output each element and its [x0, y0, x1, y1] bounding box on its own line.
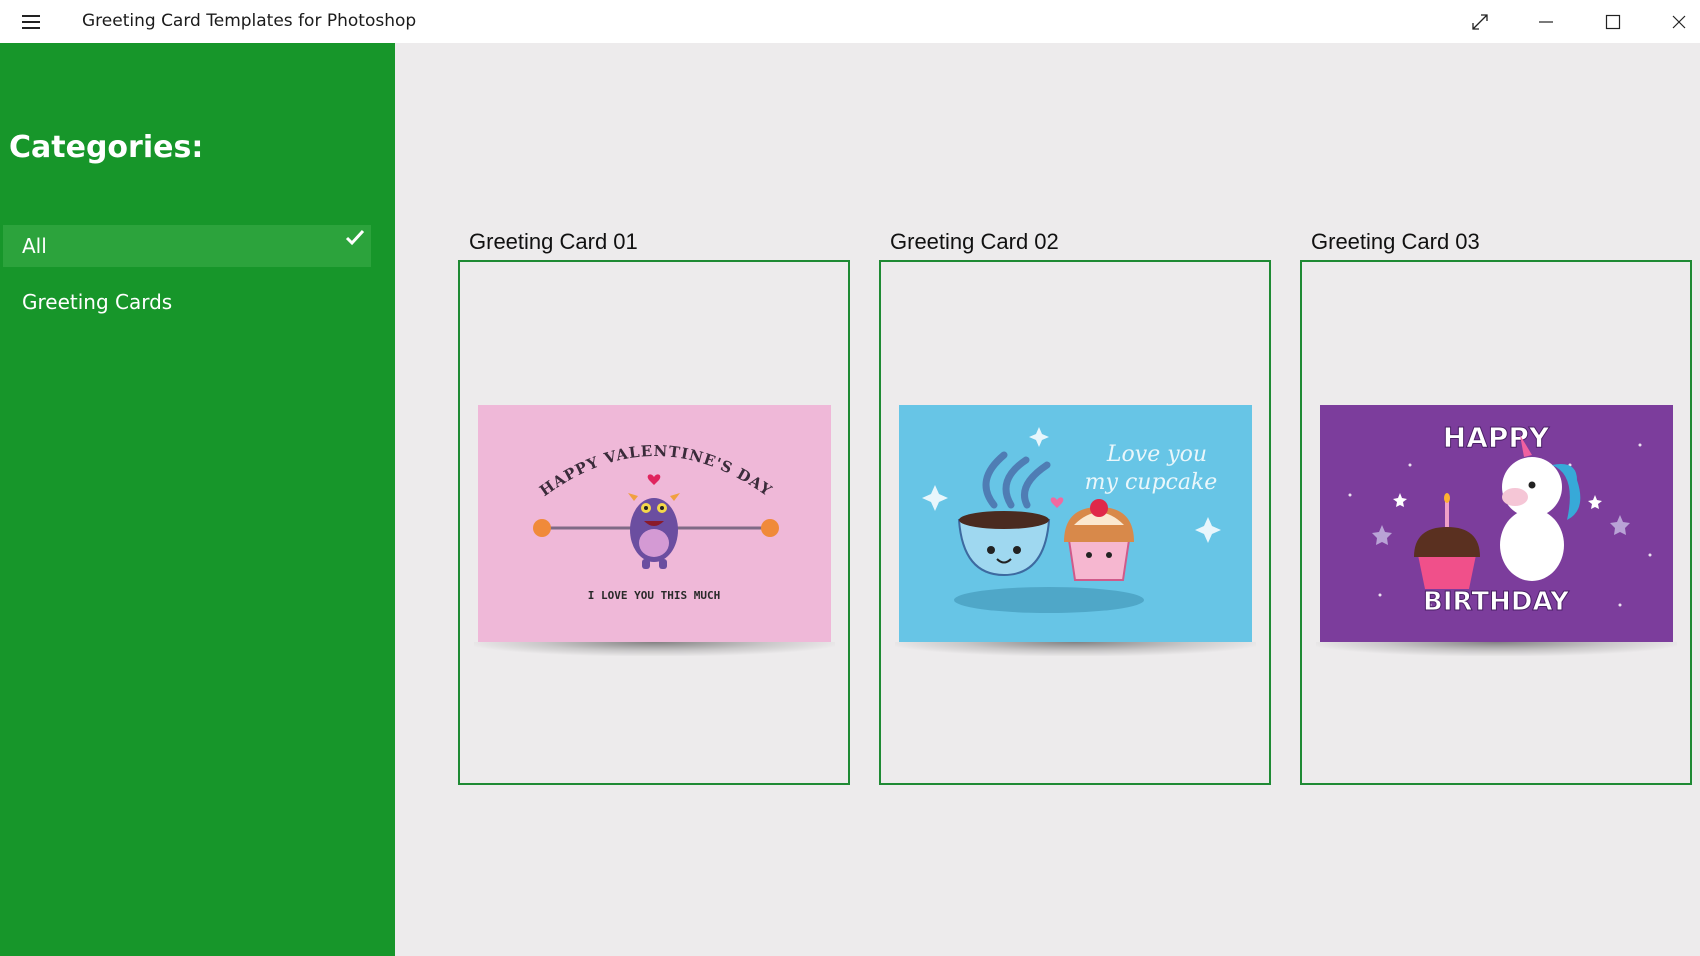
- hamburger-menu-button[interactable]: [17, 10, 45, 32]
- unicorn-icon: [1500, 509, 1564, 581]
- title-bar: Greeting Card Templates for Photoshop: [0, 0, 1700, 43]
- minimize-button[interactable]: [1516, 0, 1576, 43]
- card-thumbnail: Love you my cupcake: [899, 405, 1252, 642]
- greeting-card-03-tile[interactable]: HAPPY BIRTHDAY: [1300, 260, 1692, 785]
- card-thumbnail: HAPPY BIRTHDAY: [1320, 405, 1673, 642]
- close-icon: [1672, 15, 1686, 28]
- card-art-line1: Love you: [1106, 442, 1207, 467]
- categories-sidebar: Categories: All Greeting Cards: [0, 43, 395, 956]
- hamburger-line: [22, 15, 40, 17]
- card-title: Greeting Card 03: [1311, 229, 1480, 254]
- categories-heading: Categories:: [9, 130, 204, 165]
- cupcake-icon: [1067, 539, 1131, 581]
- close-button[interactable]: [1649, 0, 1700, 43]
- card-title: Greeting Card 02: [890, 229, 1059, 254]
- hamburger-line: [22, 27, 40, 29]
- card-art-subtitle: I LOVE YOU THIS MUCH: [588, 589, 720, 602]
- hand-icon: [761, 519, 779, 537]
- hamburger-line: [22, 21, 40, 23]
- category-item-label: All: [22, 234, 47, 258]
- card-art-line2: my cupcake: [1085, 470, 1218, 495]
- app-title: Greeting Card Templates for Photoshop: [82, 11, 417, 31]
- greeting-card-01-tile[interactable]: HAPPY VALENTINE'S DAY I LOVE YOU THIS MU…: [458, 260, 850, 785]
- card-thumbnail: HAPPY VALENTINE'S DAY I LOVE YOU THIS MU…: [478, 405, 831, 642]
- minimize-icon: [1539, 20, 1553, 23]
- greeting-card-02-tile[interactable]: Love you my cupcake: [879, 260, 1271, 785]
- full-screen-button[interactable]: [1450, 0, 1510, 43]
- maximize-icon: [1605, 14, 1621, 29]
- card-art-subtitle: BIRTHDAY: [1423, 587, 1570, 617]
- maximize-button[interactable]: [1583, 0, 1643, 43]
- card-shadow: [895, 642, 1256, 656]
- card-art-title: HAPPY: [1443, 421, 1550, 454]
- checkmark-icon: [345, 229, 365, 246]
- category-item-label: Greeting Cards: [22, 290, 173, 314]
- cupcake-icon: [1418, 555, 1476, 589]
- card-shadow: [1316, 642, 1677, 656]
- category-item-greeting-cards[interactable]: Greeting Cards: [3, 281, 371, 323]
- hand-icon: [533, 519, 551, 537]
- card-shadow: [474, 642, 835, 656]
- category-item-all[interactable]: All: [3, 225, 371, 267]
- expand-icon: [1472, 13, 1488, 30]
- card-title: Greeting Card 01: [469, 229, 638, 254]
